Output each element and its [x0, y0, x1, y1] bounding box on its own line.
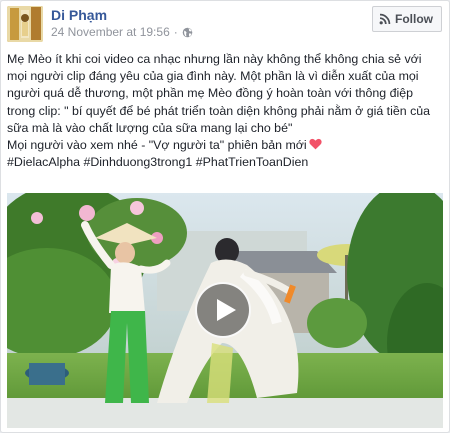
globe-icon: [182, 27, 193, 38]
hashtag-list: #DielacAlpha #Dinhduong3trong1 #PhatTrie…: [7, 154, 443, 171]
post-paragraph-2: Mọi người vào xem nhé - "Vợ người ta" ph…: [7, 137, 443, 154]
play-icon: [217, 299, 236, 321]
hashtag-link[interactable]: #DielacAlpha: [7, 155, 80, 169]
follow-label: Follow: [395, 12, 433, 26]
post-paragraph-2-text: Mọi người vào xem nhé - "Vợ người ta" ph…: [7, 138, 307, 153]
post-body: Mẹ Mèo ít khi coi video ca nhạc nhưng lầ…: [7, 51, 443, 171]
meta-separator: ·: [173, 25, 178, 39]
heart-icon: [309, 138, 322, 150]
hashtag-link[interactable]: #PhatTrienToanDien: [196, 155, 309, 169]
author-name[interactable]: Di Phạm: [51, 7, 107, 23]
post-meta: 24 November at 19:56 ·: [51, 25, 193, 39]
post-paragraph-1: Mẹ Mèo ít khi coi video ca nhạc nhưng lầ…: [7, 52, 431, 135]
post-card: Di Phạm 24 November at 19:56 · Follow Mẹ…: [0, 0, 450, 433]
play-button[interactable]: [195, 282, 251, 338]
video-player[interactable]: [7, 193, 443, 428]
post-timestamp[interactable]: 24 November at 19:56: [51, 25, 170, 39]
rss-icon: [379, 13, 391, 25]
hashtag-link[interactable]: #Dinhduong3trong1: [83, 155, 192, 169]
post-header: Di Phạm 24 November at 19:56 · Follow: [7, 6, 443, 42]
author-avatar[interactable]: [7, 6, 43, 42]
follow-button[interactable]: Follow: [372, 6, 442, 32]
